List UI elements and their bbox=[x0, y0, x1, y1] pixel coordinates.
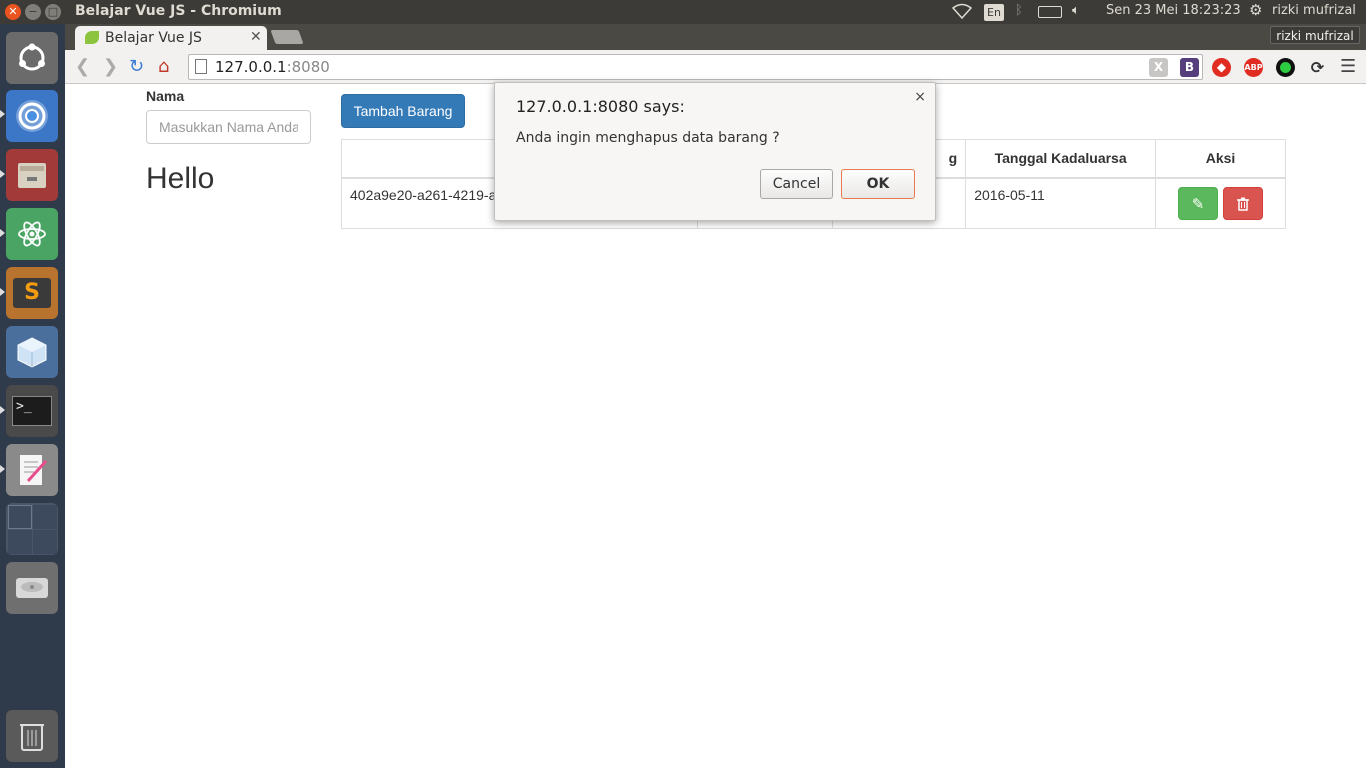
extension-adblock-icon[interactable]: ABP bbox=[1244, 58, 1263, 77]
battery-icon[interactable] bbox=[1038, 6, 1062, 18]
launcher-running-indicator bbox=[0, 229, 5, 237]
url-host: 127.0.0.1 bbox=[215, 58, 287, 76]
launcher-running-indicator bbox=[0, 110, 5, 118]
trash-icon[interactable] bbox=[6, 710, 58, 762]
top-panel: ✕ − □ Belajar Vue JS - Chromium En ᛒ 🔈︎ … bbox=[0, 0, 1366, 24]
system-gear-icon[interactable]: ⚙ bbox=[1249, 1, 1262, 19]
vue-favicon-icon bbox=[85, 31, 99, 44]
column-header-aksi: Aksi bbox=[1155, 139, 1286, 179]
panel-clock[interactable]: Sen 23 Mei 18:23:23 bbox=[1106, 3, 1241, 18]
extension-x-icon[interactable]: X bbox=[1149, 58, 1168, 77]
hello-text: Hello bbox=[146, 162, 215, 195]
launcher-running-indicator bbox=[0, 288, 5, 296]
sublime-icon[interactable]: S bbox=[6, 267, 58, 319]
bluetooth-icon[interactable]: ᛒ bbox=[1015, 3, 1023, 18]
cell-tanggal: 2016-05-11 bbox=[965, 177, 1157, 229]
tab-title: Belajar Vue JS bbox=[105, 30, 202, 46]
column-header-tanggal-kadaluarsa: Tanggal Kadaluarsa bbox=[965, 139, 1157, 179]
extension-shield-icon[interactable]: ◆ bbox=[1212, 58, 1231, 77]
window-maximize-icon[interactable]: □ bbox=[45, 4, 61, 20]
url-text[interactable]: 127.0.0.1:8080 bbox=[215, 58, 330, 76]
dialog-title: 127.0.0.1:8080 says: bbox=[516, 97, 685, 116]
extension-sync-icon[interactable]: ⟳ bbox=[1308, 58, 1327, 77]
nama-input[interactable] bbox=[146, 110, 311, 144]
launcher-running-indicator bbox=[0, 465, 5, 473]
launcher-running-indicator bbox=[0, 406, 5, 414]
extension-bootstrap-icon[interactable]: B bbox=[1180, 58, 1199, 77]
forward-arrow-icon[interactable]: ❯ bbox=[103, 56, 118, 77]
disk-icon[interactable] bbox=[6, 562, 58, 614]
terminal-icon[interactable]: >_ bbox=[6, 385, 58, 437]
page-icon bbox=[195, 59, 207, 74]
dialog-close-icon[interactable]: × bbox=[914, 89, 926, 105]
browser-toolbar: ❮ ❯ ↻ ⌂ 127.0.0.1:8080 ☆ X B ◆ ABP ⟳ ☰ bbox=[65, 50, 1366, 84]
tab-strip: Belajar Vue JS ✕ bbox=[65, 24, 1366, 50]
cell-aksi: ✎ bbox=[1155, 177, 1286, 229]
nama-label: Nama bbox=[146, 88, 185, 104]
url-port: :8080 bbox=[286, 58, 330, 76]
window-title: Belajar Vue JS - Chromium bbox=[75, 3, 282, 19]
window-minimize-icon[interactable]: − bbox=[25, 4, 41, 20]
unity-launcher: S >_ bbox=[0, 24, 65, 768]
ok-button[interactable]: OK bbox=[841, 169, 915, 199]
trash-can-icon bbox=[1236, 196, 1249, 213]
keyboard-language-indicator[interactable]: En bbox=[984, 4, 1004, 21]
launcher-running-indicator bbox=[0, 170, 5, 178]
chrome-menu-icon[interactable]: ☰ bbox=[1340, 56, 1356, 77]
tab-belajar-vue-js[interactable]: Belajar Vue JS ✕ bbox=[75, 26, 267, 50]
window-close-icon[interactable]: ✕ bbox=[5, 4, 21, 20]
confirm-dialog: 127.0.0.1:8080 says: × Anda ingin mengha… bbox=[494, 82, 936, 221]
workspaces-icon[interactable] bbox=[6, 503, 58, 555]
virtualbox-icon[interactable] bbox=[6, 326, 58, 378]
panel-user-name[interactable]: rizki mufrizal bbox=[1272, 3, 1356, 18]
atom-icon[interactable] bbox=[6, 208, 58, 260]
tambah-barang-button[interactable]: Tambah Barang bbox=[341, 94, 465, 128]
files-icon[interactable] bbox=[6, 149, 58, 201]
volume-icon[interactable]: 🔈︎ bbox=[1072, 3, 1080, 18]
dialog-message: Anda ingin menghapus data barang ? bbox=[516, 130, 780, 146]
wifi-icon[interactable] bbox=[951, 3, 973, 23]
cancel-button[interactable]: Cancel bbox=[760, 169, 833, 199]
delete-button[interactable] bbox=[1222, 186, 1263, 220]
profile-badge[interactable]: rizki mufrizal bbox=[1270, 26, 1360, 44]
text-editor-icon[interactable] bbox=[6, 444, 58, 496]
back-arrow-icon[interactable]: ❮ bbox=[75, 56, 90, 77]
chromium-icon[interactable] bbox=[6, 90, 58, 142]
home-icon[interactable]: ⌂ bbox=[158, 56, 169, 77]
reload-icon[interactable]: ↻ bbox=[129, 56, 144, 77]
new-tab-button[interactable] bbox=[270, 30, 304, 44]
address-bar[interactable]: 127.0.0.1:8080 ☆ bbox=[188, 54, 1203, 80]
pencil-icon: ✎ bbox=[1191, 195, 1205, 213]
edit-button[interactable]: ✎ bbox=[1178, 186, 1219, 220]
tab-close-icon[interactable]: ✕ bbox=[250, 29, 262, 45]
ubuntu-logo-icon[interactable] bbox=[6, 32, 58, 84]
extension-green-dot-icon[interactable] bbox=[1276, 58, 1295, 77]
